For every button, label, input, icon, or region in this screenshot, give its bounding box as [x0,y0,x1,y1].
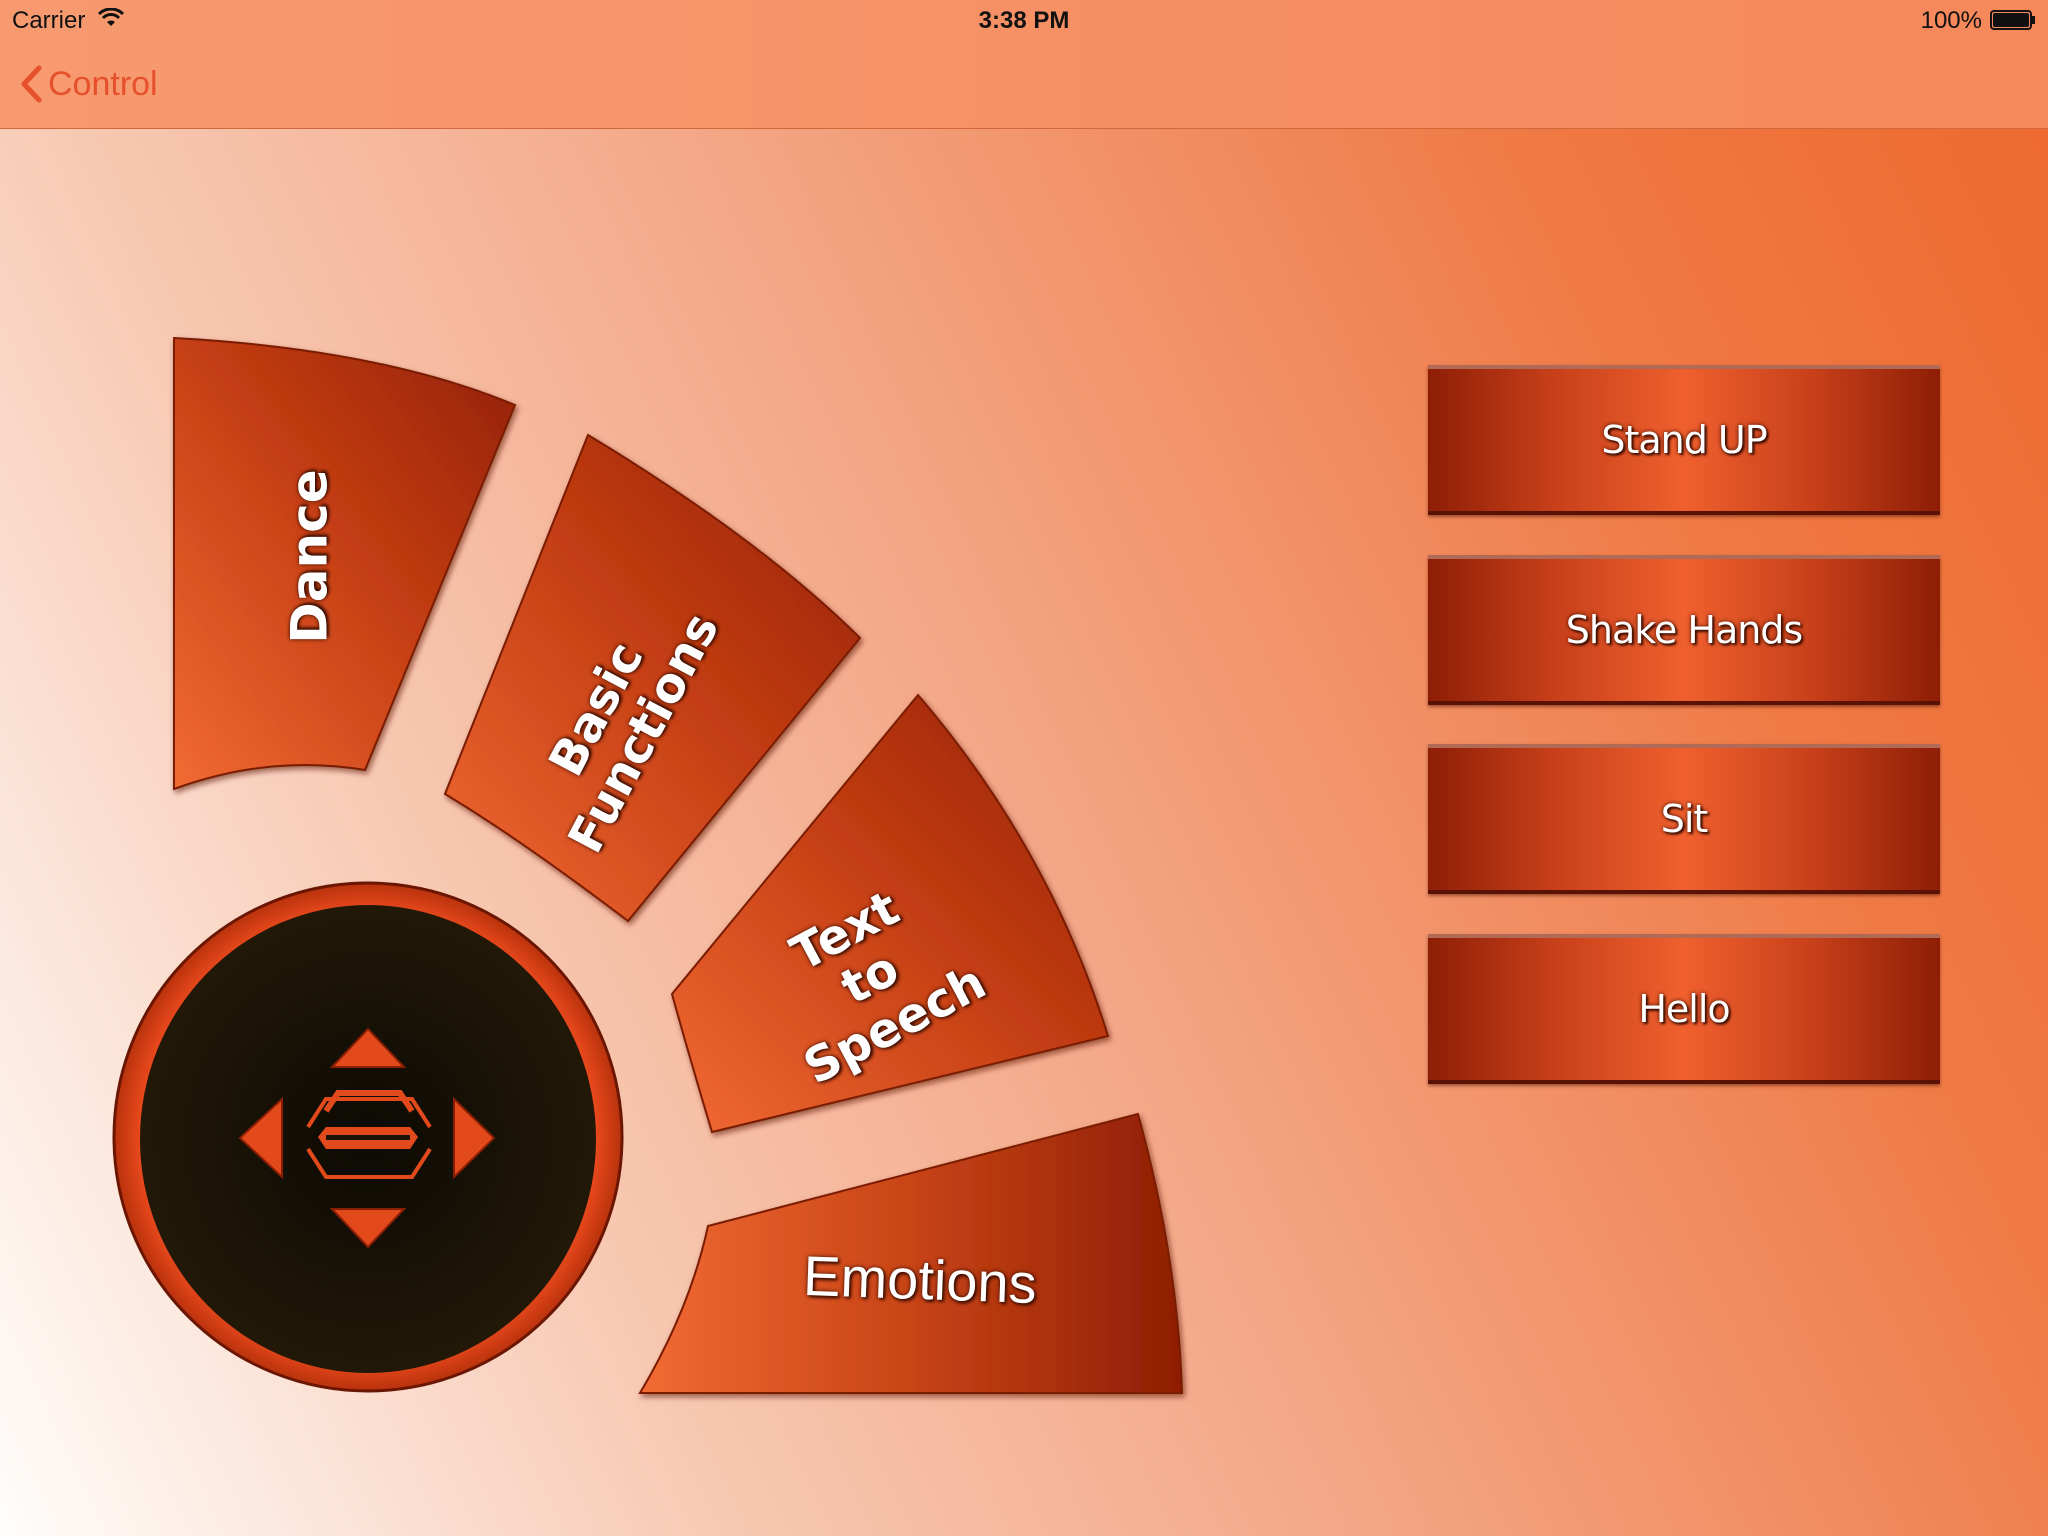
battery-percent: 100% [1920,7,1982,34]
hello-button[interactable]: Hello [1428,934,1940,1084]
sit-button[interactable]: Sit [1428,744,1940,894]
shake-hands-label: Shake Hands [1565,608,1803,652]
stand-up-label: Stand UP [1601,418,1767,462]
status-time: 3:38 PM [978,7,1070,34]
main-content: Dance Basic Functions Text to Speech Emo… [0,129,2048,1536]
emotions-text: Emotions [802,1243,1038,1316]
direction-pad[interactable] [112,881,624,1393]
dance-sector[interactable] [173,336,517,791]
hello-label: Hello [1638,987,1730,1031]
sit-label: Sit [1660,797,1709,841]
emotions-label: Emotions [779,1244,1061,1315]
dance-text: Dance [280,469,339,644]
back-button-label: Control [48,64,158,103]
chevron-left-icon [21,65,42,103]
stand-up-button[interactable]: Stand UP [1428,365,1940,515]
back-button[interactable]: Control [20,58,158,110]
navigation-bar: Control [0,40,2048,129]
status-bar: Carrier 3:38 PM 100% [0,0,2048,40]
shake-hands-button[interactable]: Shake Hands [1428,555,1940,705]
dance-label: Dance [280,457,339,657]
battery-icon [1990,10,2035,30]
